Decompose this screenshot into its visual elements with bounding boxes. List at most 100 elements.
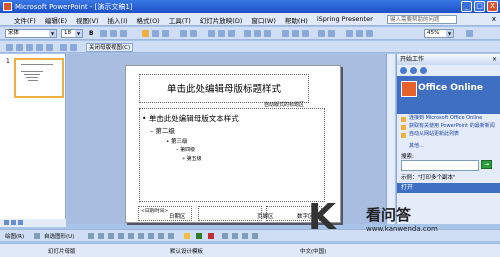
master-layout-icon[interactable] — [60, 44, 67, 51]
more-link[interactable]: 其他... — [409, 142, 424, 149]
level-4-label: 第四级 — [180, 147, 196, 153]
align-right-icon[interactable] — [162, 30, 169, 37]
new-icon[interactable] — [208, 30, 215, 37]
underline-icon[interactable] — [110, 30, 117, 37]
menu-bar: 文件(F) 编辑(E) 视图(V) 插入(I) 格式(O) 工具(T) 幻灯片放… — [0, 13, 500, 26]
master-thumbnail-icon[interactable] — [70, 44, 77, 51]
close-master-view-button[interactable]: 关闭母版视图(C) — [86, 43, 134, 52]
auto-update-link[interactable]: 自动从网站更新此列表 — [409, 131, 459, 138]
insert-title-master-icon[interactable] — [16, 44, 23, 51]
preserve-master-icon[interactable] — [36, 44, 43, 51]
menu-file[interactable]: 文件(F) — [14, 15, 36, 25]
menu-format[interactable]: 格式(O) — [137, 15, 160, 25]
slide-thumbnail[interactable] — [14, 58, 64, 98]
line-color-icon[interactable] — [196, 233, 202, 239]
print-icon[interactable] — [244, 30, 251, 37]
align-left-icon[interactable] — [142, 30, 149, 37]
font-select[interactable]: 宋体 ▼ — [5, 29, 57, 38]
copy-icon[interactable] — [292, 30, 299, 37]
open-icon[interactable] — [218, 30, 225, 37]
select-arrow-icon[interactable] — [34, 233, 40, 239]
italic-icon[interactable] — [100, 30, 107, 37]
menu-edit[interactable]: 编辑(E) — [45, 15, 67, 25]
normal-view-icon[interactable] — [4, 220, 9, 225]
title-placeholder[interactable]: 单击此处编辑母版标题样式 自动版式的标题区 — [139, 74, 309, 108]
paste-icon[interactable] — [302, 30, 309, 37]
minimize-button[interactable]: _ — [461, 1, 472, 12]
menu-slideshow[interactable]: 幻灯片放映(D) — [200, 15, 243, 25]
shadow-icon[interactable] — [120, 30, 127, 37]
forward-icon[interactable] — [410, 67, 417, 74]
draw-menu-button[interactable]: 绘图(R) — [5, 232, 24, 240]
back-icon[interactable] — [400, 67, 407, 74]
align-center-icon[interactable] — [152, 30, 159, 37]
chart-icon[interactable] — [346, 30, 353, 37]
redo-icon[interactable] — [328, 30, 335, 37]
maximize-button[interactable]: □ — [474, 1, 485, 12]
fill-color-icon[interactable] — [184, 233, 190, 239]
numbering-icon[interactable] — [180, 30, 187, 37]
connect-office-online-link[interactable]: 连接到 Microsoft Office Online — [409, 115, 482, 122]
formatting-toolbar: 宋体 ▼ 18 ▼ B 45% ▼ — [0, 27, 500, 40]
diagram-icon[interactable] — [148, 233, 154, 239]
menu-insert[interactable]: 插入(I) — [108, 15, 128, 25]
status-template: 默认设计模板 — [170, 249, 204, 255]
shadow-style-icon[interactable] — [252, 233, 258, 239]
picture-icon[interactable] — [168, 233, 174, 239]
arrow-icon[interactable] — [98, 233, 104, 239]
search-go-button[interactable]: → — [481, 160, 492, 169]
number-placeholder[interactable]: 页脚区 数字区 — [257, 206, 322, 221]
bold-button[interactable]: B — [89, 30, 94, 37]
wordart-icon[interactable] — [138, 233, 144, 239]
line-icon[interactable] — [88, 233, 94, 239]
zoom-select[interactable]: 45% ▼ — [424, 29, 454, 38]
line-style-icon[interactable] — [222, 233, 228, 239]
preview-icon[interactable] — [254, 30, 261, 37]
close-button[interactable]: X — [487, 1, 498, 12]
bullets-icon[interactable] — [190, 30, 197, 37]
arrow-style-icon[interactable] — [242, 233, 248, 239]
menu-window[interactable]: 窗口(W) — [251, 15, 276, 25]
delete-master-icon[interactable] — [26, 44, 33, 51]
font-color-icon[interactable] — [208, 233, 214, 239]
font-size-select[interactable]: 18 ▼ — [61, 29, 83, 38]
oval-icon[interactable] — [118, 233, 124, 239]
slideshow-view-icon[interactable] — [18, 220, 23, 225]
home-icon[interactable] — [420, 67, 427, 74]
menu-view[interactable]: 视图(V) — [76, 15, 99, 25]
thumbnail-text-line — [24, 74, 40, 75]
autoshapes-button[interactable]: 自选图形(U) — [44, 232, 74, 240]
spelling-icon[interactable] — [264, 30, 271, 37]
menu-ispring[interactable]: iSpring Presenter — [317, 15, 373, 25]
menu-help[interactable]: 帮助(H) — [285, 15, 308, 25]
task-pane-header[interactable]: 开始工作 × — [397, 54, 500, 65]
undo-icon[interactable] — [318, 30, 325, 37]
vertical-scrollbar[interactable] — [386, 54, 395, 224]
level-4-text: – 第四级 — [176, 147, 196, 153]
doc-close-button[interactable]: x — [492, 15, 496, 23]
help-search-input[interactable]: 键入需要帮助的问题 — [387, 15, 457, 24]
body-placeholder[interactable]: • 单击此处编辑母版文本样式 – 第二级 • 第三级 – 第四级 » 第五级 — [139, 108, 325, 202]
footer-placeholder[interactable]: 日期区 — [169, 206, 262, 221]
slide-master-canvas[interactable]: 单击此处编辑母版标题样式 自动版式的标题区 • 单击此处编辑母版文本样式 – 第… — [125, 65, 341, 223]
rectangle-icon[interactable] — [108, 233, 114, 239]
dash-style-icon[interactable] — [232, 233, 238, 239]
close-icon[interactable]: × — [492, 54, 497, 65]
rename-master-icon[interactable] — [46, 44, 53, 51]
save-icon[interactable] — [228, 30, 235, 37]
thumbnail-text-line — [28, 80, 38, 81]
latest-news-link[interactable]: 获取有关使用 PowerPoint 的最新新闻 — [409, 123, 495, 130]
grid-icon[interactable] — [366, 30, 373, 37]
search-example: 示例："打印多个副本" — [401, 175, 456, 181]
clipart-icon[interactable] — [158, 233, 164, 239]
cut-icon[interactable] — [282, 30, 289, 37]
insert-slide-master-icon[interactable] — [6, 44, 13, 51]
help-icon[interactable] — [466, 30, 473, 37]
textbox-icon[interactable] — [128, 233, 134, 239]
open-section-header[interactable]: 打开 — [397, 183, 500, 193]
search-input[interactable] — [401, 160, 479, 171]
menu-tools[interactable]: 工具(T) — [169, 15, 191, 25]
thumbnail-text-line — [26, 77, 38, 78]
table-icon[interactable] — [356, 30, 363, 37]
sorter-view-icon[interactable] — [11, 220, 16, 225]
